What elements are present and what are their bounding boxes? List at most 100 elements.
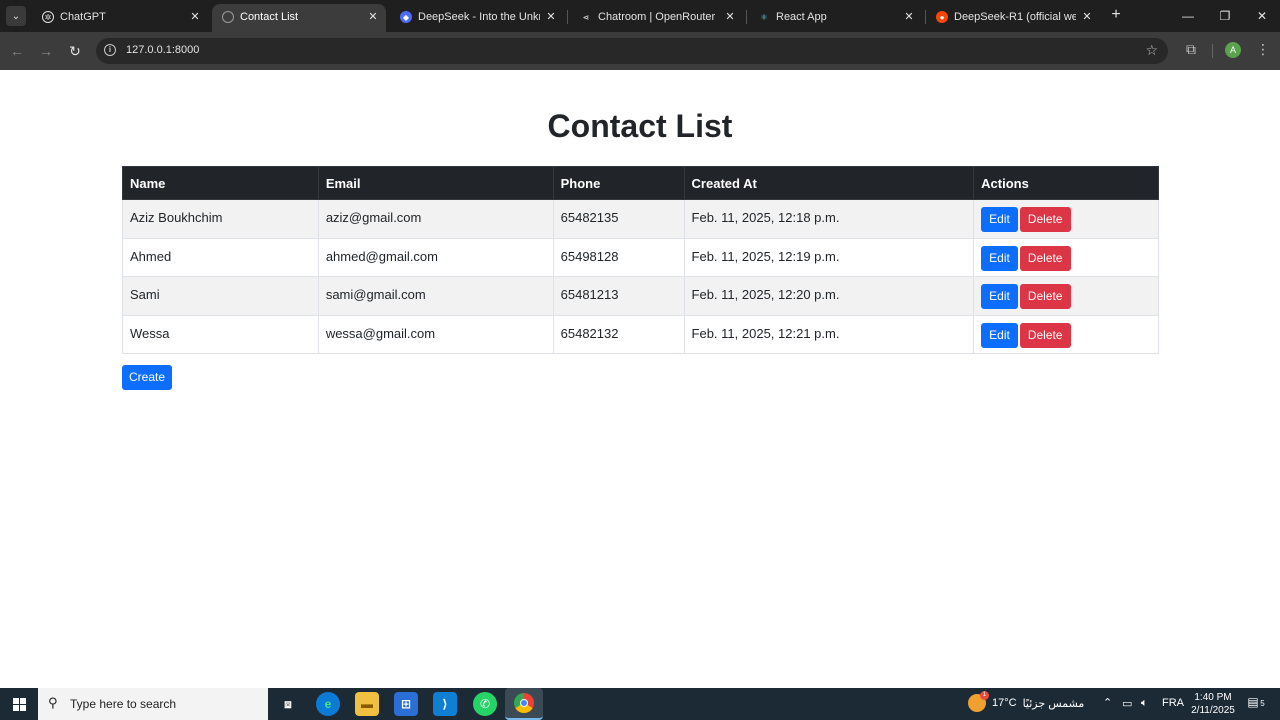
- delete-button[interactable]: Delete: [1019, 322, 1071, 348]
- delete-button[interactable]: Delete: [1019, 284, 1071, 309]
- tab-search-chevron-icon[interactable]: ⌄: [6, 6, 26, 26]
- edge-icon[interactable]: e: [316, 692, 340, 716]
- windows-logo-icon: [12, 697, 26, 711]
- tab-deepseek-r1[interactable]: ● DeepSeek-R1 (official websit ✕: [926, 4, 1102, 32]
- close-tab-icon[interactable]: ✕: [366, 10, 380, 24]
- table-header-row: Name Email Phone Created At Actions: [122, 166, 1159, 200]
- close-tab-icon[interactable]: ✕: [188, 10, 202, 24]
- whatsapp-icon[interactable]: ✆: [473, 692, 497, 716]
- weather-widget[interactable]: 1 17°C مشمس جزئيًا: [968, 691, 1085, 712]
- deepseek-icon: ◆: [400, 11, 412, 23]
- site-info-icon[interactable]: i: [104, 44, 116, 56]
- cell-name: Aziz Boukhchim: [122, 199, 319, 239]
- search-icon: ⚲: [48, 695, 58, 710]
- task-view-icon[interactable]: ⧈: [276, 692, 300, 716]
- page-content: Contact List Name Email Phone Created At…: [0, 70, 1280, 688]
- edit-button[interactable]: Edit: [981, 245, 1018, 271]
- browser-toolbar: ← → ↻ i 127.0.0.1:8000 ☆: [0, 32, 1280, 70]
- weather-sun-icon: 1: [968, 691, 989, 712]
- restore-icon[interactable]: ❐: [1217, 8, 1233, 24]
- cell-created-at: Feb. 11, 2025, 12:20 p.m.: [683, 276, 975, 316]
- cell-created-at: Feb. 11, 2025, 12:19 p.m.: [683, 237, 975, 277]
- openrouter-icon: ⋖: [582, 12, 590, 22]
- store-icon[interactable]: ⊞: [394, 692, 418, 716]
- close-tab-icon[interactable]: ✕: [544, 10, 558, 24]
- network-icon[interactable]: ▭: [1122, 697, 1132, 710]
- tab-openrouter[interactable]: ⋖ Chatroom | OpenRouter ✕: [570, 4, 744, 32]
- vscode-icon[interactable]: ⟩: [433, 692, 457, 716]
- tab-contact-list[interactable]: Contact List ✕: [212, 4, 386, 32]
- cell-actions: Edit Delete: [973, 314, 1159, 354]
- weather-condition: مشمس جزئيًا: [1022, 697, 1085, 710]
- minimize-icon[interactable]: —: [1180, 8, 1196, 24]
- language-indicator[interactable]: FRA: [1162, 697, 1184, 709]
- cell-email: aziz@gmail.com: [317, 199, 554, 239]
- tab-deepseek[interactable]: ◆ DeepSeek - Into the Unknow ✕: [390, 4, 562, 32]
- delete-button[interactable]: Delete: [1019, 207, 1071, 232]
- tab-separator: [567, 10, 568, 24]
- new-tab-plus-icon[interactable]: +: [1108, 7, 1124, 23]
- react-icon: ⚛: [760, 12, 768, 22]
- tab-title: DeepSeek-R1 (official websit: [954, 11, 1076, 23]
- cell-actions: Edit Delete: [973, 237, 1159, 277]
- close-tab-icon[interactable]: ✕: [902, 10, 916, 24]
- toolbar-divider: [1212, 44, 1213, 58]
- page-title: Contact List: [547, 108, 733, 144]
- tab-title: React App: [776, 11, 827, 23]
- clock-time: 1:40 PM: [1194, 692, 1232, 703]
- start-button[interactable]: [0, 688, 38, 720]
- tab-separator: [746, 10, 747, 24]
- search-placeholder[interactable]: Type here to search: [70, 697, 176, 711]
- taskbar-search[interactable]: ⚲ Type here to search: [38, 688, 268, 720]
- chrome-taskbar-button[interactable]: [505, 688, 543, 720]
- cell-name: Sami: [122, 276, 319, 316]
- reload-icon[interactable]: ↻: [66, 42, 84, 60]
- tab-title: ChatGPT: [60, 11, 106, 23]
- bookmark-star-icon[interactable]: ☆: [1145, 42, 1158, 59]
- forward-arrow-icon[interactable]: →: [37, 42, 55, 60]
- reddit-icon: ●: [936, 11, 948, 23]
- system-clock[interactable]: 1:40 PM 2/11/2025: [1188, 691, 1238, 717]
- cell-phone: 65482135: [552, 199, 685, 239]
- create-button[interactable]: Create: [122, 365, 173, 390]
- globe-icon: [222, 11, 234, 23]
- tab-title: Contact List: [240, 11, 299, 23]
- windows-taskbar: ⚲ Type here to search ⧈ e ▬ ⊞ ⟩ ✆ 1 17°C…: [0, 688, 1280, 720]
- address-url[interactable]: 127.0.0.1:8000: [126, 44, 199, 56]
- edit-button[interactable]: Edit: [981, 284, 1018, 309]
- browser-tab-bar: ⌄ ✲ ChatGPT ✕ Contact List ✕ ◆ DeepSeek …: [0, 0, 1280, 32]
- cell-phone: 65481213: [552, 276, 685, 316]
- profile-avatar[interactable]: A: [1225, 42, 1241, 58]
- address-bar[interactable]: i 127.0.0.1:8000 ☆: [96, 38, 1168, 64]
- table-row: Aziz Boukhchim aziz@gmail.com 65482135 F…: [122, 199, 1159, 239]
- show-hidden-icons-chevron-icon[interactable]: ⌃: [1103, 696, 1112, 709]
- column-header-phone: Phone: [552, 166, 685, 200]
- more-menu-icon[interactable]: ⋮: [1256, 41, 1270, 58]
- table-row: Ahmed ahmed@gmail.com 65498128 Feb. 11, …: [122, 237, 1159, 277]
- extensions-puzzle-icon[interactable]: ⧉: [1182, 41, 1200, 59]
- edit-button[interactable]: Edit: [981, 322, 1018, 348]
- column-header-name: Name: [122, 166, 319, 200]
- close-tab-icon[interactable]: ✕: [1080, 10, 1094, 24]
- weather-temp: 17°C: [992, 697, 1017, 709]
- close-window-icon[interactable]: ✕: [1254, 8, 1270, 24]
- cell-phone: 65498128: [552, 237, 685, 277]
- table-row: Sami sami@gmail.com 65481213 Feb. 11, 20…: [122, 276, 1159, 316]
- column-header-actions: Actions: [973, 166, 1159, 200]
- cell-created-at: Feb. 11, 2025, 12:18 p.m.: [683, 199, 975, 239]
- cell-actions: Edit Delete: [973, 276, 1159, 316]
- edit-button[interactable]: Edit: [981, 207, 1018, 232]
- close-tab-icon[interactable]: ✕: [723, 10, 737, 24]
- delete-button[interactable]: Delete: [1019, 245, 1071, 271]
- file-explorer-icon[interactable]: ▬: [355, 692, 379, 716]
- cell-created-at: Feb. 11, 2025, 12:21 p.m.: [683, 314, 975, 354]
- cell-email: ahmed@gmail.com: [317, 237, 554, 277]
- tab-chatgpt[interactable]: ✲ ChatGPT ✕: [32, 4, 208, 32]
- tab-react-app[interactable]: ⚛ React App ✕: [748, 4, 924, 32]
- cell-name: Wessa: [122, 314, 319, 354]
- cell-actions: Edit Delete: [973, 199, 1159, 239]
- notification-center-icon[interactable]: ▤ 5: [1244, 695, 1264, 711]
- back-arrow-icon[interactable]: ←: [8, 42, 26, 60]
- cell-name: Ahmed: [122, 237, 319, 277]
- volume-icon[interactable]: 🔈︎: [1141, 697, 1148, 710]
